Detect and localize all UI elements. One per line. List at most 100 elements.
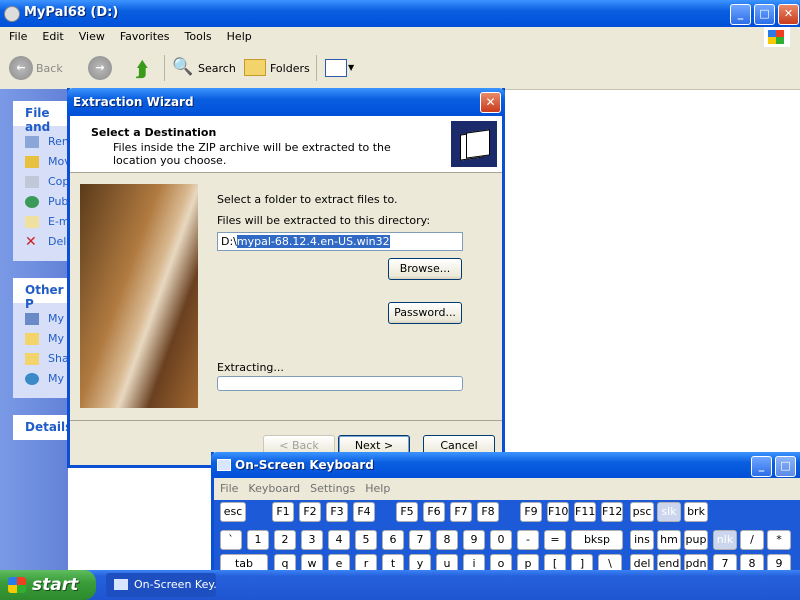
search-icon[interactable]: 🔍 (172, 57, 193, 77)
key-row2-13[interactable]: bksp (571, 530, 623, 550)
move-task[interactable]: Mov (13, 152, 73, 172)
key-row2-15[interactable]: hm (657, 530, 681, 550)
menu-file[interactable]: File (0, 27, 33, 43)
minimize-button[interactable]: _ (730, 4, 751, 25)
key-row2-2[interactable]: 2 (274, 530, 296, 550)
key-row2-0[interactable]: ` (220, 530, 242, 550)
start-button[interactable]: start (0, 570, 96, 600)
key-row1-0[interactable]: esc (220, 502, 246, 522)
wizard-separator (70, 420, 502, 421)
place-my-network[interactable]: My (13, 369, 73, 389)
key-row1-10[interactable]: F10 (547, 502, 569, 522)
chevron-down-icon[interactable]: ▼ (348, 63, 354, 72)
wizard-title-bar[interactable]: Extraction Wizard ✕ (67, 88, 505, 116)
place-shared[interactable]: Sha (13, 349, 73, 369)
explorer-menu-bar: File Edit View Favorites Tools Help (0, 27, 800, 48)
explorer-title-bar[interactable]: MyPal68 (D:) _ □ ✕ (0, 0, 800, 27)
folders-icon (451, 121, 497, 167)
osk-title: On-Screen Keyboard (235, 458, 374, 472)
browse-button[interactable]: Browse... (388, 258, 462, 280)
keyboard-icon (114, 579, 128, 590)
key-row1-3[interactable]: F3 (326, 502, 348, 522)
details-box: Details (13, 415, 73, 440)
key-row1-13[interactable]: psc (630, 502, 654, 522)
close-button[interactable]: ✕ (778, 4, 799, 25)
key-row1-8[interactable]: F8 (477, 502, 499, 522)
details-header[interactable]: Details (13, 415, 73, 440)
windows-logo-icon (8, 577, 26, 593)
extracting-label: Extracting... (217, 361, 284, 374)
key-row2-6[interactable]: 6 (382, 530, 404, 550)
key-row2-3[interactable]: 3 (301, 530, 323, 550)
rename-task[interactable]: Ren (13, 132, 73, 152)
key-row2-19[interactable]: * (767, 530, 791, 550)
back-arrow-icon[interactable]: ← (9, 56, 33, 80)
wizard-side-image (80, 184, 198, 408)
selected-path-text: mypal-68.12.4.en-US.win32 (236, 235, 390, 248)
up-folder-icon[interactable]: ⮭ (136, 57, 148, 81)
key-row1-14[interactable]: slk (657, 502, 681, 522)
email-task[interactable]: E-m (13, 212, 73, 232)
file-tasks-header[interactable]: File and (13, 101, 73, 134)
folders-icon[interactable] (244, 59, 266, 76)
password-button[interactable]: Password... (388, 302, 462, 324)
osk-menu-help[interactable]: Help (359, 478, 394, 495)
key-row2-8[interactable]: 8 (436, 530, 458, 550)
place-my-documents[interactable]: My (13, 329, 73, 349)
key-row1-1[interactable]: F1 (272, 502, 294, 522)
osk-menu-file[interactable]: File (214, 478, 242, 495)
wizard-heading: Select a Destination (91, 126, 217, 139)
osk-title-bar[interactable]: On-Screen Keyboard _ □ (211, 452, 800, 478)
key-row1-9[interactable]: F9 (520, 502, 542, 522)
key-row1-7[interactable]: F7 (450, 502, 472, 522)
move-icon (25, 156, 39, 168)
osk-menu-keyboard[interactable]: Keyboard (242, 478, 304, 495)
key-row2-10[interactable]: 0 (490, 530, 512, 550)
globe-icon (25, 196, 39, 208)
folders-button-label[interactable]: Folders (270, 62, 310, 75)
maximize-button[interactable]: □ (754, 4, 775, 25)
publish-task[interactable]: Pub (13, 192, 73, 212)
key-row2-11[interactable]: - (517, 530, 539, 550)
search-button-label[interactable]: Search (198, 62, 236, 75)
key-row2-12[interactable]: = (544, 530, 566, 550)
key-row2-17[interactable]: nlk (713, 530, 737, 550)
key-row2-14[interactable]: ins (630, 530, 654, 550)
osk-menu-settings[interactable]: Settings (304, 478, 359, 495)
osk-maximize-button[interactable]: □ (775, 456, 796, 477)
key-row2-7[interactable]: 7 (409, 530, 431, 550)
key-row2-4[interactable]: 4 (328, 530, 350, 550)
key-row1-6[interactable]: F6 (423, 502, 445, 522)
explorer-toolbar: ← Back → ⮭ 🔍 Search Folders ▼ (0, 47, 800, 90)
other-places-header[interactable]: Other P (13, 278, 73, 311)
destination-path-input[interactable]: D:\mypal-68.12.4.en-US.win32 (217, 232, 463, 251)
wizard-close-button[interactable]: ✕ (480, 92, 501, 113)
key-row2-16[interactable]: pup (684, 530, 708, 550)
key-row1-2[interactable]: F2 (299, 502, 321, 522)
osk-minimize-button[interactable]: _ (751, 456, 772, 477)
key-row2-1[interactable]: 1 (247, 530, 269, 550)
taskbar-item-osk[interactable]: On-Screen Key... (106, 573, 216, 597)
key-row1-11[interactable]: F11 (574, 502, 596, 522)
wizard-title: Extraction Wizard (73, 95, 194, 109)
menu-view[interactable]: View (70, 27, 111, 43)
copy-task[interactable]: Cop (13, 172, 73, 192)
place-my-computer[interactable]: My (13, 309, 73, 329)
views-icon[interactable] (325, 59, 347, 77)
back-button-label[interactable]: Back (36, 62, 63, 75)
key-row2-18[interactable]: / (740, 530, 764, 550)
key-row2-9[interactable]: 9 (463, 530, 485, 550)
key-row1-15[interactable]: brk (684, 502, 708, 522)
menu-favorites[interactable]: Favorites (111, 27, 176, 43)
documents-folder-icon (25, 333, 39, 345)
menu-help[interactable]: Help (218, 27, 258, 43)
menu-tools[interactable]: Tools (176, 27, 218, 43)
key-row1-4[interactable]: F4 (353, 502, 375, 522)
menu-edit[interactable]: Edit (33, 27, 69, 43)
key-row1-12[interactable]: F12 (601, 502, 623, 522)
copy-icon (25, 176, 39, 188)
delete-task[interactable]: ✕ Dele (13, 232, 73, 252)
key-row2-5[interactable]: 5 (355, 530, 377, 550)
key-row1-5[interactable]: F5 (396, 502, 418, 522)
forward-arrow-icon[interactable]: → (88, 56, 112, 80)
